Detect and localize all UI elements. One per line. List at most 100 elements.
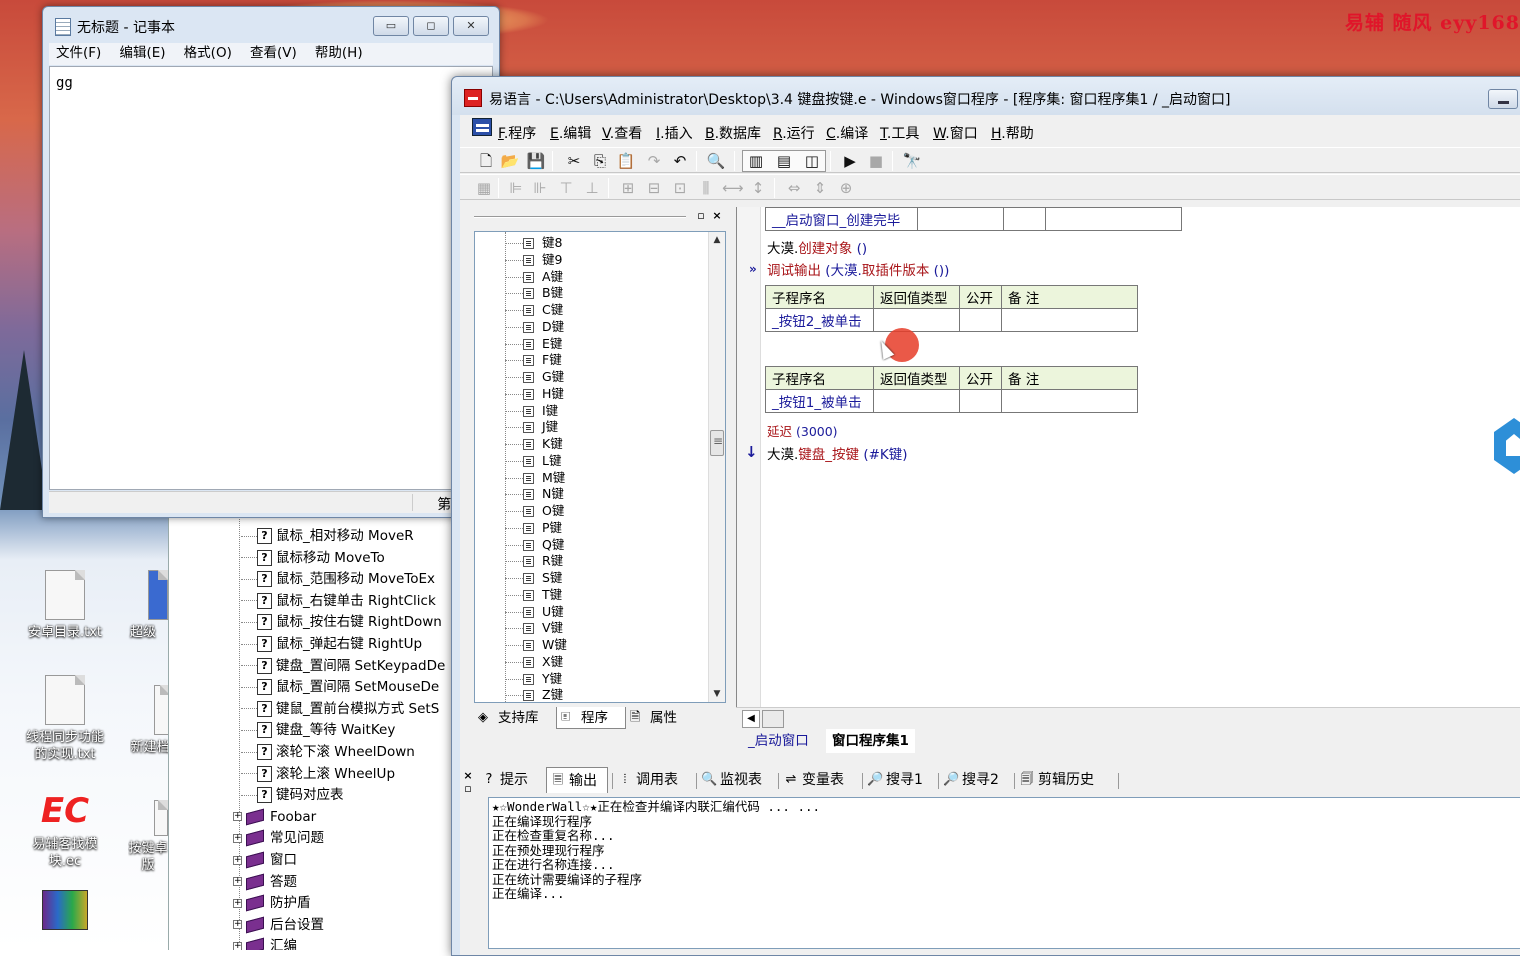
support-category-item[interactable]: + 汇编 <box>169 936 297 950</box>
key-constant-item[interactable]: D键 <box>475 319 564 336</box>
key-constant-item[interactable]: I键 <box>475 403 558 420</box>
code-line-delay[interactable]: 延迟 (3000) <box>767 421 838 440</box>
support-command-item[interactable]: ? 鼠标_弹起右键 RightUp <box>169 634 422 655</box>
menu-database[interactable]: B.数据库 <box>705 123 761 143</box>
center-v-icon[interactable]: ⊟ <box>644 178 664 198</box>
tab-watch-table[interactable]: 🔍 监视表 <box>698 767 776 793</box>
desktop-icon-thread-sync[interactable]: 线程同步功能的实现.txt <box>20 675 110 763</box>
same-width-icon[interactable]: ⊡ <box>670 178 690 198</box>
menu-edit[interactable]: E.编辑 <box>550 123 591 143</box>
key-constant-item[interactable]: Q键 <box>475 537 564 554</box>
desktop-icon-anjian[interactable]: 按键卓版 <box>128 800 168 874</box>
support-command-item[interactable]: ? 鼠标移动 MoveTo <box>169 548 385 569</box>
support-command-item[interactable]: ? 滚轮上滚 WheelUp <box>169 764 395 785</box>
expand-icon[interactable]: + <box>233 898 242 908</box>
desktop-icon-super[interactable]: 超级 <box>118 570 168 641</box>
find-icon[interactable]: 🔍 <box>706 151 726 171</box>
scroll-down-icon[interactable]: ▼ <box>709 686 725 702</box>
align-left-icon[interactable]: ⊫ <box>506 178 526 198</box>
stretch-v-icon[interactable]: ⇕ <box>810 178 830 198</box>
tab-search2[interactable]: 🔎 搜寻2 <box>940 767 1012 793</box>
output-panel-close-icon[interactable]: × ▫ <box>462 769 474 795</box>
support-command-item[interactable]: ? 鼠标_右键单击 RightClick <box>169 591 436 612</box>
key-constant-item[interactable]: B键 <box>475 285 563 302</box>
align-top-icon[interactable]: ⊤ <box>556 178 576 198</box>
key-constant-item[interactable]: J键 <box>475 419 558 436</box>
support-command-item[interactable]: ? 键盘_置间隔 SetKeypadDe <box>169 656 445 677</box>
layout-bottom-icon[interactable]: ▤ <box>774 151 794 171</box>
minimize-button[interactable]: ▭ <box>373 16 409 36</box>
key-constant-item[interactable]: P键 <box>475 520 562 537</box>
open-folder-icon[interactable]: 📂 <box>500 151 520 171</box>
support-category-item[interactable]: + 常见问题 <box>169 828 324 849</box>
maximize-button[interactable]: ◻ <box>413 16 449 36</box>
minimize-button[interactable] <box>1488 89 1518 109</box>
menu-run[interactable]: R.运行 <box>773 123 815 143</box>
tab-clipboard-history[interactable]: 🗐 剪辑历史 <box>1016 767 1116 793</box>
expand-icon[interactable]: + <box>233 941 242 950</box>
new-file-icon[interactable]: 🗋 <box>476 151 496 171</box>
support-category-item[interactable]: + 防护盾 <box>169 893 311 914</box>
tab-hint[interactable]: ? 提示 <box>478 767 544 793</box>
menu-help[interactable]: 帮助(H) <box>308 43 370 63</box>
stretch-h-icon[interactable]: ⇔ <box>784 178 804 198</box>
expand-icon[interactable]: + <box>233 920 242 930</box>
close-button[interactable]: ✕ <box>453 16 489 36</box>
support-command-item[interactable]: ? 鼠标_相对移动 MoveR <box>169 526 414 547</box>
desktop-icon-android-dir[interactable]: 安卓目录.txt <box>20 570 110 641</box>
key-constant-item[interactable]: U键 <box>475 604 564 621</box>
event-name-cell[interactable]: __启动窗口_创建完毕 <box>765 207 918 231</box>
tab-program[interactable]: 🗉 程序 <box>556 707 626 729</box>
desktop-icon-rar[interactable] <box>20 890 110 930</box>
key-constant-item[interactable]: A键 <box>475 269 563 286</box>
tab-support-library[interactable]: ◈ 支持库 <box>474 707 556 729</box>
center-h-icon[interactable]: ⊞ <box>618 178 638 198</box>
menu-tools[interactable]: T.工具 <box>880 123 919 143</box>
copy-icon[interactable]: ⎘ <box>590 151 610 171</box>
expand-icon[interactable]: + <box>233 877 242 887</box>
menu-compile[interactable]: C.编译 <box>826 123 868 143</box>
support-command-item[interactable]: ? 鼠标_置间隔 SetMouseDe <box>169 677 439 698</box>
support-command-item[interactable]: ? 滚轮下滚 WheelDown <box>169 742 415 763</box>
key-constant-item[interactable]: S键 <box>475 570 562 587</box>
code-editor[interactable]: __启动窗口_创建完毕 大漠.创建对象 () » 调试输出 (大漠.取插件版本 … <box>736 207 1520 707</box>
menu-program[interactable]: F.程序 <box>498 123 536 143</box>
ide-window[interactable]: 易语言 - C:\Users\Administrator\Desktop\3.4… <box>451 76 1520 956</box>
output-text[interactable]: ★☆WonderWall☆★正在检查并编译内联汇编代码 ... ... 正在编译… <box>488 797 1520 949</box>
align-bottom-icon[interactable]: ⊥ <box>582 178 602 198</box>
scroll-up-icon[interactable]: ▲ <box>709 232 725 248</box>
layout-split-icon[interactable]: ◫ <box>802 151 822 171</box>
sub-name-button1-click[interactable]: _按钮1_被单击 <box>765 389 874 413</box>
run-icon[interactable]: ▶ <box>840 151 860 171</box>
redo-icon[interactable]: ↷ <box>644 151 664 171</box>
tab-output[interactable]: 🗏 输出 <box>546 767 608 793</box>
support-category-item[interactable]: + Foobar <box>169 807 316 828</box>
cut-icon[interactable]: ✂ <box>564 151 584 171</box>
stretch-all-icon[interactable]: ⊕ <box>836 178 856 198</box>
tab-call-table[interactable]: ⦙ 调用表 <box>614 767 694 793</box>
tree-vertical-scrollbar[interactable]: ▲ ▼ <box>708 232 725 702</box>
support-command-item[interactable]: ? 键盘_等待 WaitKey <box>169 720 395 741</box>
support-command-item[interactable]: ? 键码对应表 <box>169 785 344 806</box>
key-constant-item[interactable]: K键 <box>475 436 563 453</box>
key-constant-item[interactable]: Y键 <box>475 671 562 688</box>
desktop-icon-new[interactable]: 新建档 <box>130 685 170 756</box>
undo-icon[interactable]: ↶ <box>670 151 690 171</box>
key-constant-item[interactable]: F键 <box>475 352 562 369</box>
expand-icon[interactable]: + <box>233 812 242 822</box>
code-line-key-press[interactable]: 大漠.键盘_按键 (#K键) <box>767 443 908 463</box>
key-constant-item[interactable]: T键 <box>475 587 562 604</box>
key-constant-item[interactable]: V键 <box>475 620 563 637</box>
code-line-create-object[interactable]: 大漠.创建对象 () <box>767 237 867 257</box>
expand-icon[interactable]: + <box>233 833 242 843</box>
menu-file[interactable]: 文件(F) <box>49 43 108 63</box>
notepad-window[interactable]: 无标题 - 记事本 ▭ ◻ ✕ 文件(F) 编辑(E) 格式(O) 查看(V) … <box>42 6 500 518</box>
layout-left-icon[interactable]: ▥ <box>746 151 766 171</box>
scroll-left-icon[interactable]: ◀ <box>742 710 760 728</box>
code-line-debug-output[interactable]: 调试输出 (大漠.取插件版本 ()) <box>767 259 949 279</box>
align-right-icon[interactable]: ⊪ <box>530 178 550 198</box>
support-category-item[interactable]: + 后台设置 <box>169 915 324 936</box>
tab-search1[interactable]: 🔎 搜寻1 <box>864 767 936 793</box>
notepad-text-area[interactable]: gg <box>49 66 493 490</box>
space-h-icon[interactable]: ⟷ <box>722 178 744 198</box>
